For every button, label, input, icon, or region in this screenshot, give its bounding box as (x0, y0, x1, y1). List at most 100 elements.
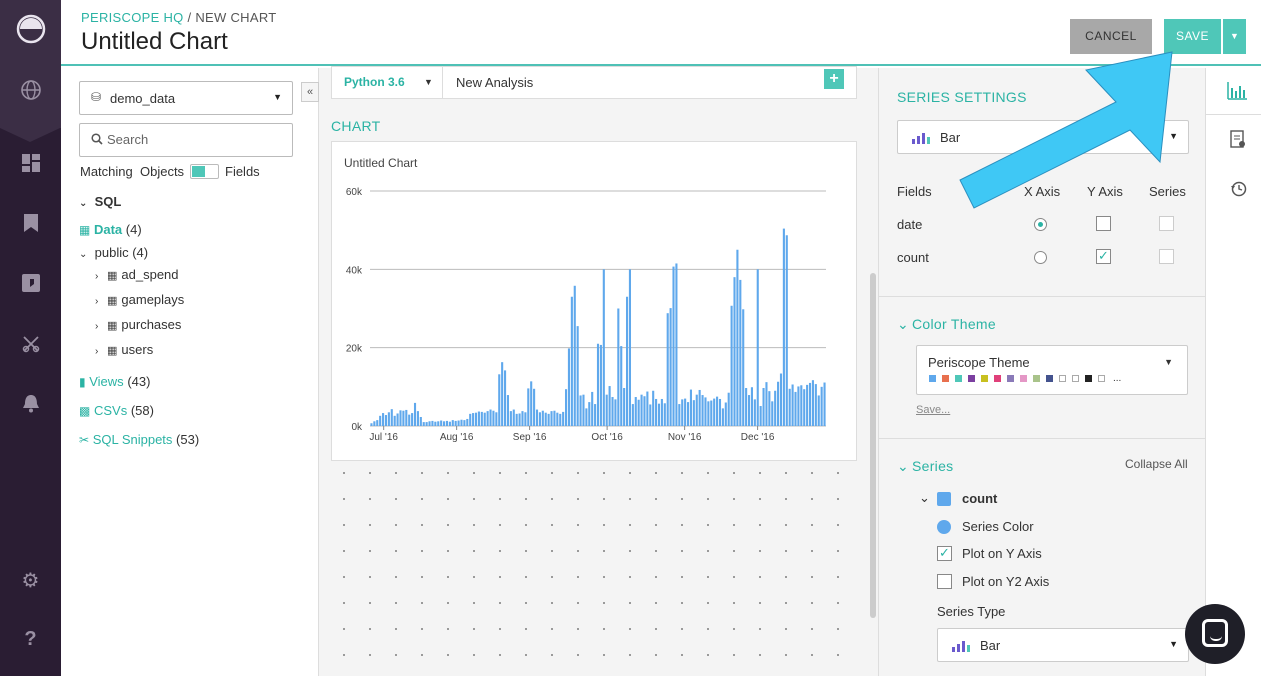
bookmark-icon: ▮ (79, 375, 86, 389)
date-series-checkbox[interactable] (1159, 216, 1174, 231)
objects-option[interactable]: Objects (140, 164, 184, 179)
bar (692, 400, 695, 426)
database-select[interactable]: ⛁ demo_data ▼ (79, 81, 293, 115)
bar (524, 412, 527, 426)
csv-icon: ▩ (79, 404, 91, 418)
save-theme-link[interactable]: Save... (916, 404, 950, 416)
series-type-label: Series Type (937, 604, 1006, 619)
series-title[interactable]: Series (912, 458, 953, 474)
bar (762, 388, 765, 426)
series-color-picker[interactable] (937, 520, 951, 534)
x-tick-label: Aug '16 (440, 432, 474, 443)
series-type-select[interactable]: Bar ▼ (937, 628, 1189, 662)
series-header: Series (1149, 184, 1186, 199)
plot-y2-label: Plot on Y2 Axis (962, 574, 1050, 589)
chart-settings-icon[interactable] (1227, 82, 1247, 100)
save-button[interactable]: SAVE (1164, 19, 1221, 54)
tree-snippets[interactable]: ✂ SQL Snippets (53) (79, 432, 199, 447)
bar (495, 412, 498, 426)
bar (474, 412, 478, 426)
bar (750, 387, 753, 426)
schema-search[interactable] (79, 123, 293, 157)
help-icon[interactable]: ? (0, 628, 61, 651)
table-row[interactable]: › ▦ gameplays (95, 292, 184, 307)
globe-icon[interactable] (20, 79, 42, 101)
tree-sql[interactable]: ⌄ SQL (79, 194, 121, 209)
bar (472, 413, 475, 426)
date-x-axis-radio[interactable] (1034, 218, 1047, 231)
search-input[interactable] (107, 132, 277, 147)
chevron-down-icon[interactable]: ▼ (424, 77, 433, 87)
document-settings-icon[interactable] (1230, 130, 1246, 149)
bar (559, 413, 562, 426)
date-y-axis-checkbox[interactable] (1096, 216, 1111, 231)
series-count-toggle[interactable]: ⌄ (919, 490, 930, 506)
tree-views-count: (43) (127, 374, 151, 389)
bar (466, 418, 469, 426)
color-theme-title[interactable]: Color Theme (912, 316, 996, 332)
settings-gear-icon[interactable]: ⚙ (0, 568, 61, 593)
scrollbar[interactable] (870, 273, 876, 618)
chart-type-select[interactable]: Bar ▼ (897, 120, 1189, 154)
add-analysis-button[interactable]: + (824, 69, 844, 89)
scissors-icon[interactable] (22, 335, 40, 353)
tree-csvs[interactable]: ▩ CSVs (58) (79, 403, 154, 418)
count-x-axis-radio[interactable] (1034, 251, 1047, 264)
plot-y-checkbox[interactable] (937, 545, 952, 561)
objects-fields-toggle[interactable] (190, 164, 219, 179)
chevron-right-icon: › (95, 271, 99, 282)
cancel-button[interactable]: CANCEL (1070, 19, 1152, 54)
bar (419, 416, 422, 426)
tree-data[interactable]: ▦ Data (4) (79, 222, 142, 237)
bar (785, 235, 788, 426)
color-theme-select[interactable]: Periscope Theme ▼ ... (916, 345, 1188, 395)
tree-public-label: public (94, 245, 129, 260)
analysis-name[interactable]: New Analysis (456, 75, 533, 90)
fields-option[interactable]: Fields (225, 164, 260, 179)
bar (655, 398, 658, 426)
bar (777, 381, 780, 426)
scissors-icon: ✂ (79, 433, 90, 447)
collapse-panel-button[interactable]: « (301, 82, 319, 102)
bar (817, 395, 820, 426)
tree-views[interactable]: ▮ Views (43) (79, 374, 150, 389)
page-title[interactable]: Untitled Chart (81, 28, 228, 56)
bar (567, 348, 571, 426)
bar (408, 414, 411, 426)
dashboard-icon[interactable] (22, 154, 40, 172)
color-theme-toggle[interactable]: ⌄ (897, 316, 909, 333)
history-icon[interactable] (1230, 180, 1247, 197)
chat-icon[interactable] (22, 274, 40, 292)
bar (440, 420, 443, 426)
tree-public[interactable]: ⌄ public (4) (79, 245, 148, 260)
series-type-value: Bar (980, 638, 1001, 653)
series-name[interactable]: count (962, 491, 997, 506)
bar (588, 402, 591, 426)
table-row[interactable]: › ▦ users (95, 342, 153, 357)
bar (739, 279, 742, 426)
bar (448, 421, 451, 426)
table-row[interactable]: › ▦ purchases (95, 317, 181, 332)
header: PERISCOPE HQ / NEW CHART Untitled Chart … (61, 0, 1261, 66)
language-select[interactable]: Python 3.6 (344, 75, 405, 89)
breadcrumb: PERISCOPE HQ / NEW CHART (81, 10, 277, 25)
collapse-all-link[interactable]: Collapse All (1125, 457, 1188, 471)
breadcrumb-org-link[interactable]: PERISCOPE HQ (81, 10, 184, 25)
plot-y2-checkbox[interactable] (937, 574, 952, 589)
count-y-axis-checkbox[interactable] (1096, 248, 1111, 264)
bar (745, 388, 748, 426)
tree-snippets-label: SQL Snippets (92, 432, 173, 447)
count-series-checkbox[interactable] (1159, 249, 1174, 264)
bookmark-icon[interactable] (24, 214, 38, 232)
breadcrumb-separator: / (183, 10, 196, 25)
bell-icon[interactable] (22, 394, 40, 413)
chevron-right-icon: › (95, 296, 99, 307)
support-chat-button[interactable] (1185, 604, 1245, 664)
bar (579, 395, 582, 426)
table-icon: ▦ (107, 295, 118, 307)
series-section-toggle[interactable]: ⌄ (897, 458, 909, 475)
save-options-caret-icon[interactable]: ▼ (1223, 19, 1246, 54)
table-row[interactable]: › ▦ ad_spend (95, 267, 179, 282)
divider (879, 438, 1206, 439)
logo-icon[interactable] (16, 14, 46, 44)
